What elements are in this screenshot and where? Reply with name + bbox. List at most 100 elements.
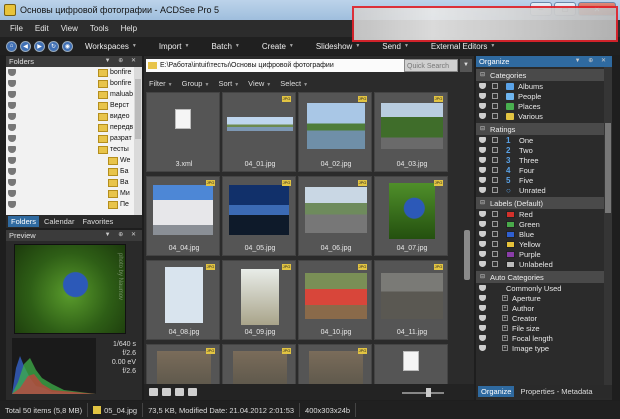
- auto-category-root[interactable]: Commonly Used: [476, 283, 612, 293]
- checkbox[interactable]: [492, 261, 498, 267]
- folder-item[interactable]: bonfire: [6, 67, 142, 78]
- import-menu[interactable]: Import ▼: [148, 37, 201, 55]
- labels-section[interactable]: ⊟ Labels (Default): [476, 197, 612, 209]
- browser-scrollbar[interactable]: [462, 92, 472, 384]
- label-item[interactable]: Green: [476, 219, 612, 229]
- browser-scroll-thumb[interactable]: [464, 230, 470, 280]
- quick-search-dropdown-icon[interactable]: ▼: [460, 59, 472, 72]
- thumbnail-item[interactable]: JPG 04_08.jpg: [146, 260, 220, 340]
- category-item[interactable]: People: [476, 91, 612, 101]
- panel-controls-icon[interactable]: ▼ ⊕ ✕: [575, 57, 609, 64]
- panel-controls-icon[interactable]: ▼ ⊕ ✕: [105, 57, 139, 64]
- checkbox[interactable]: [492, 167, 498, 173]
- tab-favorites[interactable]: Favorites: [79, 216, 116, 227]
- forward-icon[interactable]: ▶: [34, 40, 45, 52]
- panel-controls-icon[interactable]: ▼ ⊕ ✕: [105, 231, 139, 238]
- view-menu[interactable]: View ▼: [248, 79, 271, 88]
- label-item[interactable]: Unlabeled: [476, 259, 612, 269]
- thumbnail-item[interactable]: [374, 344, 448, 384]
- checkbox[interactable]: [492, 103, 498, 109]
- checkbox[interactable]: [492, 211, 498, 217]
- menu-help[interactable]: Help: [121, 24, 137, 33]
- expand-icon[interactable]: +: [502, 315, 508, 321]
- folder-item[interactable]: bonfire: [6, 78, 142, 89]
- auto-category-item[interactable]: + Aperture: [476, 293, 612, 303]
- rating-item[interactable]: 3 Three: [476, 155, 612, 165]
- label-item[interactable]: Purple: [476, 249, 612, 259]
- expand-icon[interactable]: +: [502, 295, 508, 301]
- checkbox[interactable]: [492, 221, 498, 227]
- checkbox[interactable]: [492, 177, 498, 183]
- ratings-section[interactable]: ⊟ Ratings: [476, 123, 612, 135]
- menu-edit[interactable]: Edit: [35, 24, 49, 33]
- thumbnail-view-icon[interactable]: [162, 388, 171, 396]
- rating-item[interactable]: 2 Two: [476, 145, 612, 155]
- auto-categories-section[interactable]: ⊟ Auto Categories: [476, 271, 612, 283]
- thumbnail-item[interactable]: JPG 04_02.jpg: [298, 92, 372, 172]
- menu-file[interactable]: File: [10, 24, 23, 33]
- collapse-icon[interactable]: ⊟: [480, 199, 485, 206]
- thumbnail-item[interactable]: JPG 04_07.jpg: [374, 176, 448, 256]
- auto-category-item[interactable]: + Image type: [476, 343, 612, 353]
- folder-item[interactable]: Ми: [6, 188, 142, 199]
- categories-section[interactable]: ⊟ Categories: [476, 69, 612, 81]
- thumbnail-item[interactable]: JPG 04_10.jpg: [298, 260, 372, 340]
- tab-calendar[interactable]: Calendar: [41, 216, 77, 227]
- folder-item[interactable]: Пе: [6, 199, 142, 210]
- globe-icon[interactable]: ◉: [62, 40, 73, 52]
- auto-category-item[interactable]: + Creator: [476, 313, 612, 323]
- thumbnail-item[interactable]: JPG: [222, 344, 296, 384]
- filter-menu[interactable]: Filter ▼: [149, 79, 173, 88]
- rating-item[interactable]: 5 Five: [476, 175, 612, 185]
- menu-view[interactable]: View: [61, 24, 78, 33]
- sort-menu[interactable]: Sort ▼: [218, 79, 239, 88]
- thumbnail-item[interactable]: JPG 04_11.jpg: [374, 260, 448, 340]
- folders-scroll-thumb[interactable]: [135, 79, 141, 139]
- zoom-slider[interactable]: [402, 392, 444, 394]
- organize-scroll-thumb[interactable]: [605, 123, 611, 213]
- auto-category-item[interactable]: + Focal length: [476, 333, 612, 343]
- rating-item[interactable]: 4 Four: [476, 165, 612, 175]
- tab-organize[interactable]: Organize: [478, 386, 515, 397]
- thumbnail-item[interactable]: JPG: [298, 344, 372, 384]
- checkbox[interactable]: [492, 157, 498, 163]
- collapse-icon[interactable]: ⊟: [480, 125, 485, 132]
- checkbox[interactable]: [492, 187, 498, 193]
- checkbox[interactable]: [492, 93, 498, 99]
- thumbnail-item[interactable]: JPG 04_05.jpg: [222, 176, 296, 256]
- filmstrip-view-icon[interactable]: [188, 388, 197, 396]
- expand-icon[interactable]: +: [502, 345, 508, 351]
- menu-tools[interactable]: Tools: [90, 24, 109, 33]
- batch-menu[interactable]: Batch ▼: [200, 37, 250, 55]
- path-bar[interactable]: E:\Работа\intuit\тесты\Основы цифровой ф…: [146, 59, 404, 72]
- tab-properties-metadata[interactable]: Properties - Metadata: [517, 386, 595, 397]
- thumbnail-item[interactable]: JPG 04_06.jpg: [298, 176, 372, 256]
- expand-icon[interactable]: +: [502, 305, 508, 311]
- zoom-slider-knob[interactable]: [426, 388, 431, 397]
- expand-icon[interactable]: +: [502, 335, 508, 341]
- checkbox[interactable]: [492, 231, 498, 237]
- thumbnail-item[interactable]: JPG 04_03.jpg: [374, 92, 448, 172]
- auto-category-item[interactable]: + Author: [476, 303, 612, 313]
- checkbox[interactable]: [492, 251, 498, 257]
- folder-item[interactable]: разрат: [6, 133, 142, 144]
- thumbnail-item[interactable]: JPG 04_04.jpg: [146, 176, 220, 256]
- thumbnail-item[interactable]: JPG: [146, 344, 220, 384]
- checkbox[interactable]: [492, 83, 498, 89]
- folder-item[interactable]: Ва: [6, 177, 142, 188]
- rating-item[interactable]: 1 One: [476, 135, 612, 145]
- folder-item[interactable]: Верст: [6, 100, 142, 111]
- refresh-icon[interactable]: ↻: [48, 40, 59, 52]
- folder-item[interactable]: We: [6, 155, 142, 166]
- home-icon[interactable]: ⌂: [6, 40, 17, 52]
- category-item[interactable]: Various: [476, 111, 612, 121]
- folder-item[interactable]: тесты: [6, 144, 142, 155]
- folder-item[interactable]: передв: [6, 122, 142, 133]
- label-item[interactable]: Red: [476, 209, 612, 219]
- folder-item[interactable]: видео: [6, 111, 142, 122]
- select-menu[interactable]: Select ▼: [280, 79, 308, 88]
- quick-search-input[interactable]: Quick Search: [404, 59, 458, 72]
- group-menu[interactable]: Group ▼: [182, 79, 210, 88]
- details-view-icon[interactable]: [175, 388, 184, 396]
- expand-icon[interactable]: +: [502, 325, 508, 331]
